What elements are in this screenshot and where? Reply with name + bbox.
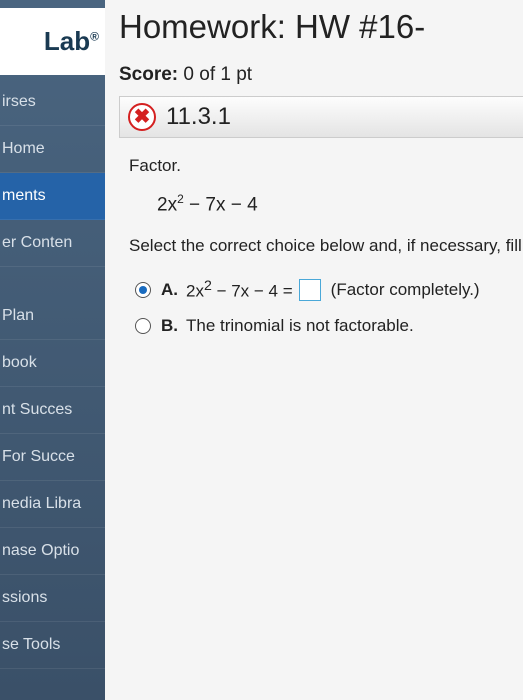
choice-a-letter: A.	[161, 280, 178, 300]
question-number: 11.3.1	[166, 103, 231, 131]
sidebar-item-courses[interactable]: irses	[0, 79, 105, 126]
choice-a[interactable]: A. 2x2 − 7x − 4 = (Factor completely.)	[135, 278, 523, 302]
sidebar-item-media-library[interactable]: nedia Libra	[0, 481, 105, 528]
choice-a-hint: (Factor completely.)	[331, 280, 480, 300]
sidebar-item-book[interactable]: book	[0, 340, 105, 387]
radio-b[interactable]	[135, 318, 151, 334]
homework-title: Homework: HW #16-	[119, 8, 523, 46]
score-line: Score: 0 of 1 pt	[119, 64, 523, 86]
question-content: Factor. 2x2 − 7x − 4 Select the correct …	[119, 156, 523, 336]
question-bar: ✖ 11.3.1	[119, 96, 523, 138]
choice-b[interactable]: B. The trinomial is not factorable.	[135, 316, 523, 336]
sidebar-item-course-tools[interactable]: se Tools	[0, 622, 105, 669]
sidebar-item-success[interactable]: nt Succes	[0, 387, 105, 434]
main-content: Homework: HW #16- Score: 0 of 1 pt ✖ 11.…	[105, 0, 523, 700]
answer-input[interactable]	[299, 279, 321, 301]
logo-trademark: ®	[90, 29, 99, 43]
sidebar-item-discussions[interactable]: ssions	[0, 575, 105, 622]
logo-text: Lab	[44, 26, 90, 56]
score-label: Score:	[119, 64, 178, 85]
instruction-text: Factor.	[129, 156, 523, 176]
sidebar: Lab® irses Home ments er Conten Plan boo…	[0, 0, 105, 700]
lab-logo: Lab®	[0, 8, 105, 75]
incorrect-icon: ✖	[128, 103, 156, 131]
expression: 2x2 − 7x − 4	[157, 192, 523, 216]
sidebar-item-plan[interactable]: Plan	[0, 293, 105, 340]
sidebar-item-purchase-options[interactable]: nase Optio	[0, 528, 105, 575]
choice-a-expression: 2x2 − 7x − 4 =	[186, 278, 293, 302]
radio-a[interactable]	[135, 282, 151, 298]
sidebar-item-for-success[interactable]: For Succe	[0, 434, 105, 481]
choice-b-text: The trinomial is not factorable.	[186, 316, 414, 336]
sidebar-item-content[interactable]: er Conten	[0, 220, 105, 267]
sidebar-item-home[interactable]: Home	[0, 126, 105, 173]
prompt-text: Select the correct choice below and, if …	[129, 236, 523, 256]
sidebar-item-assignments[interactable]: ments	[0, 173, 105, 220]
score-value: 0 of 1 pt	[183, 64, 252, 85]
choice-b-letter: B.	[161, 316, 178, 336]
